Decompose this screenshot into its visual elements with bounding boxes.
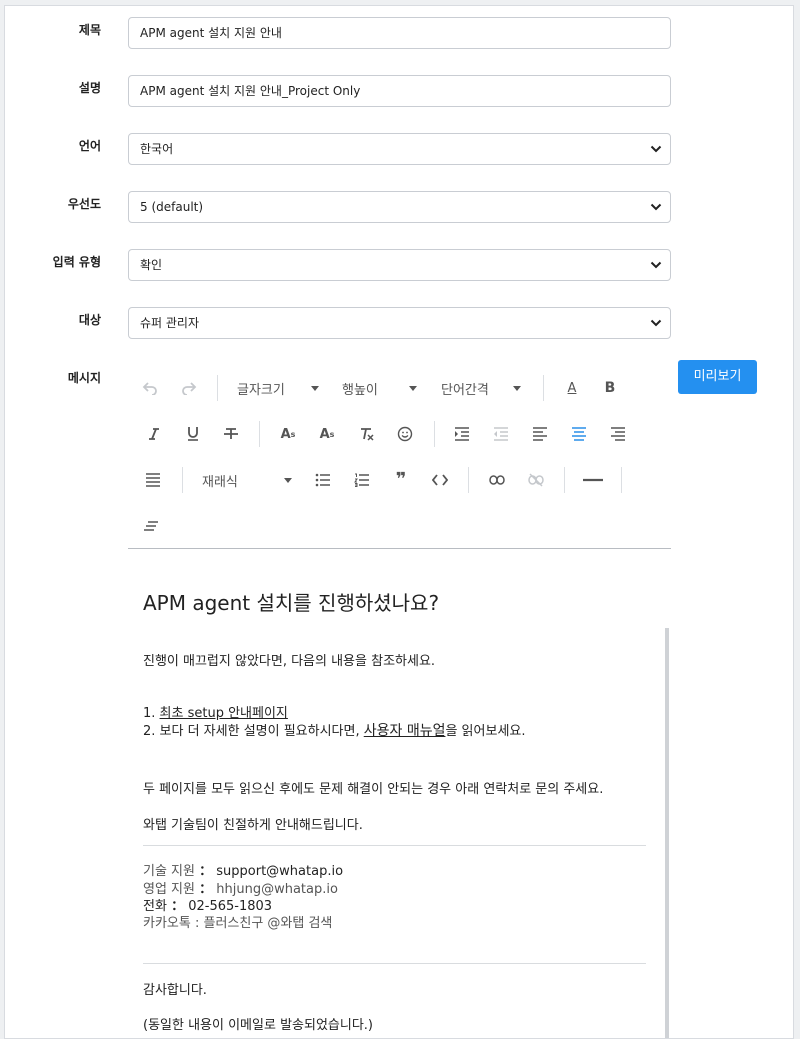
contact-tech: 기술 지원 ： support@whatap.io xyxy=(143,860,343,879)
superscript-icon[interactable]: As xyxy=(276,418,300,450)
caret-down-icon xyxy=(513,386,521,391)
bold-letter: B xyxy=(604,380,616,396)
align-justify-icon[interactable] xyxy=(141,464,165,496)
toolbar-divider xyxy=(564,467,565,493)
priority-label: 우선도 xyxy=(67,197,101,211)
format-dropdown[interactable]: 재래식 xyxy=(202,464,298,496)
underline-icon[interactable] xyxy=(181,418,205,450)
horizontal-rule-icon[interactable] xyxy=(581,464,605,496)
outdent-icon[interactable] xyxy=(489,418,513,450)
editor-note: (동일한 내용이 이메일로 발송되었습니다.) xyxy=(143,1018,373,1033)
setup-guide-link[interactable]: 최초 setup 안내페이지 xyxy=(160,706,288,721)
strikethrough-icon[interactable] xyxy=(219,418,243,450)
priority-select[interactable]: 5 (default) xyxy=(128,191,671,223)
undo-icon[interactable] xyxy=(138,372,162,404)
contact-colon: ： xyxy=(199,864,213,879)
clear-format-icon[interactable] xyxy=(354,418,378,450)
letter-spacing-dropdown[interactable]: 단어간격 xyxy=(441,372,527,404)
subscript-icon[interactable]: As xyxy=(315,418,339,450)
font-size-label: 글자크기 xyxy=(237,382,285,398)
toolbar-divider xyxy=(621,467,622,493)
align-left-icon[interactable] xyxy=(528,418,552,450)
divider-line xyxy=(143,845,646,846)
editor-list-item: 2. 보다 더 자세한 설명이 필요하시다면, 사용자 매뉴얼을 읽어보세요. xyxy=(143,720,526,740)
toolbar-divider xyxy=(259,421,260,447)
font-color-letter: A xyxy=(567,380,577,396)
quote-icon[interactable]: ❞ xyxy=(389,464,413,496)
language-select[interactable]: 한국어 xyxy=(128,133,671,165)
indent-icon[interactable] xyxy=(450,418,474,450)
input-type-label: 입력 유형 xyxy=(52,255,101,269)
font-color-icon[interactable]: A xyxy=(560,372,584,404)
target-select-value: 슈퍼 관리자 xyxy=(140,316,200,330)
italic-icon[interactable] xyxy=(142,418,166,450)
editor-paragraph: 와탭 기술팀이 친절하게 안내해드립니다. xyxy=(143,818,363,833)
editor-heading: APM agent 설치를 진행하셨나요? xyxy=(143,591,440,615)
chevron-down-icon xyxy=(650,145,662,153)
emoji-icon[interactable] xyxy=(393,418,417,450)
target-select[interactable]: 슈퍼 관리자 xyxy=(128,307,671,339)
line-height-dropdown[interactable]: 행높이 xyxy=(342,372,428,404)
toolbar-divider xyxy=(434,421,435,447)
align-center-icon[interactable] xyxy=(567,418,591,450)
caret-down-icon xyxy=(284,478,292,483)
message-label: 메시지 xyxy=(67,371,101,385)
editor-scrollbar[interactable] xyxy=(665,628,669,1038)
input-type-select-value: 확인 xyxy=(140,258,163,272)
contact-tech-label: 기술 지원 xyxy=(143,864,200,879)
toolbar-divider xyxy=(182,467,183,493)
format-label: 재래식 xyxy=(202,474,238,490)
chevron-down-icon xyxy=(650,203,662,211)
notice-form-panel: 제목 APM agent 설치 지원 안내 설명 APM agent 설치 지원… xyxy=(4,5,794,1039)
toolbar-divider xyxy=(543,375,544,401)
line-height-label: 행높이 xyxy=(342,382,378,398)
code-icon[interactable] xyxy=(428,464,452,496)
chevron-down-icon xyxy=(650,261,662,269)
font-size-dropdown[interactable]: 글자크기 xyxy=(237,372,323,404)
contact-kakao: 카카오톡 : 플러스친구 @와탭 검색 xyxy=(143,916,333,931)
editor-thanks: 감사합니다. xyxy=(143,983,207,998)
input-type-select[interactable]: 확인 xyxy=(128,249,671,281)
language-label: 언어 xyxy=(78,139,101,153)
message-editor[interactable]: APM agent 설치를 진행하셨나요? 진행이 매끄럽지 않았다면, 다음의… xyxy=(128,549,671,1038)
user-manual-link[interactable]: 사용자 매뉴얼 xyxy=(364,723,446,739)
editor-paragraph: 진행이 매끄럽지 않았다면, 다음의 내용을 참조하세요. xyxy=(143,654,436,669)
toolbar-divider xyxy=(468,467,469,493)
list-text-suffix: 을 읽어보세요. xyxy=(445,724,526,739)
description-label: 설명 xyxy=(78,81,101,95)
language-select-value: 한국어 xyxy=(140,142,174,156)
letter-spacing-label: 단어간격 xyxy=(441,382,489,398)
list-text: 2. 보다 더 자세한 설명이 필요하시다면, xyxy=(143,724,364,739)
bullet-list-icon[interactable] xyxy=(311,464,335,496)
title-label: 제목 xyxy=(78,23,101,37)
unlink-icon[interactable] xyxy=(524,464,548,496)
numbered-list-icon[interactable] xyxy=(350,464,374,496)
bold-icon[interactable]: B xyxy=(598,372,622,404)
redo-icon[interactable] xyxy=(177,372,201,404)
target-label: 대상 xyxy=(78,313,101,327)
contact-tech-value: support@whatap.io xyxy=(216,864,344,879)
editor-list-item: 1. 최초 setup 안내페이지 xyxy=(143,702,288,721)
preview-button[interactable]: 미리보기 xyxy=(678,360,757,394)
list-number: 1. xyxy=(143,706,160,721)
caret-down-icon xyxy=(311,386,319,391)
title-input[interactable]: APM agent 설치 지원 안내 xyxy=(128,17,671,49)
chevron-down-icon xyxy=(650,319,662,327)
link-icon[interactable] xyxy=(485,464,509,496)
toolbar-divider xyxy=(217,375,218,401)
divider-line xyxy=(143,963,646,964)
caret-down-icon xyxy=(409,386,417,391)
description-input[interactable]: APM agent 설치 지원 안내_Project Only xyxy=(128,75,671,107)
align-right-icon[interactable] xyxy=(606,418,630,450)
editor-paragraph: 두 페이지를 모두 읽으신 후에도 문제 해결이 안되는 경우 아래 연락처로 … xyxy=(143,782,604,797)
priority-select-value: 5 (default) xyxy=(140,200,204,214)
line-height-icon[interactable] xyxy=(139,510,163,542)
